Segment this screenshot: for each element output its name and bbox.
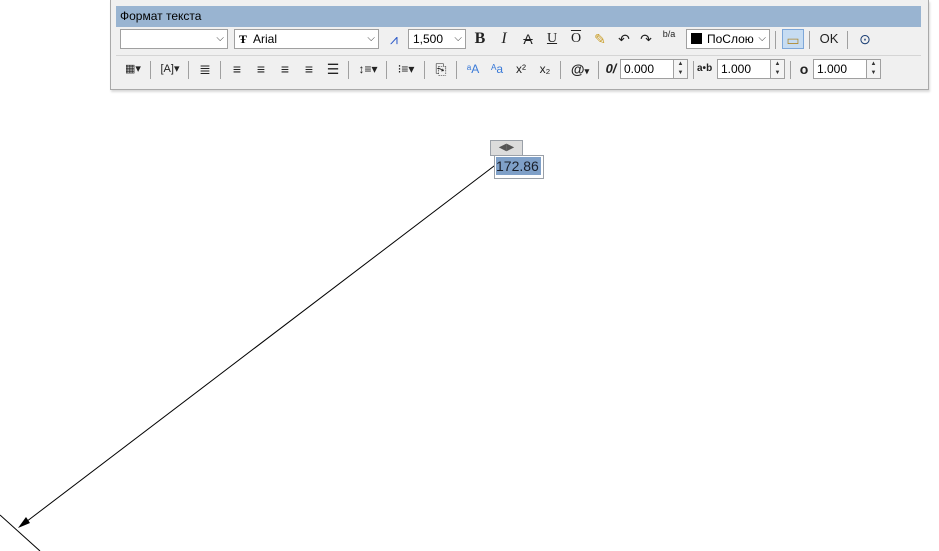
undo-icon[interactable]: ↶ (614, 29, 634, 49)
insert-field-icon[interactable]: ⎘ (430, 59, 452, 79)
separator (847, 31, 848, 49)
chevron-down-icon: ⌵ (454, 33, 462, 44)
superscript-icon[interactable]: x² (510, 59, 532, 79)
row-divider (116, 55, 921, 56)
text-height-combo[interactable]: 1,500 ⌵ (408, 29, 466, 49)
bold-button[interactable]: B (470, 29, 490, 49)
oblique-angle-input[interactable]: 0.000 ▲ ▼ (620, 59, 688, 79)
ruler-toggle-icon[interactable]: ▭ (782, 29, 804, 49)
extension-line (0, 514, 41, 551)
columns-icon[interactable]: ▦▾ (120, 59, 146, 79)
dropdown-arrow-icon: ▾ (584, 66, 590, 76)
tracking-input[interactable]: 1.000 ▲ ▼ (717, 59, 785, 79)
stack-button[interactable]: b/a (658, 29, 680, 49)
truetype-icon: Ŧ (239, 32, 248, 46)
align-center-icon[interactable]: ≡ (250, 59, 272, 79)
width-factor-input[interactable]: 1.000 ▲ ▼ (813, 59, 881, 79)
redo-icon[interactable]: ↷ (636, 29, 656, 49)
text-format-toolbar: Формат текста ⌵ Ŧ Arial ⌵ ⩘ 1,500 ⌵ B I … (110, 0, 929, 90)
text-style-combo[interactable]: ⌵ (120, 29, 228, 49)
line-spacing-icon[interactable]: ↕≡▾ (354, 59, 382, 79)
lowercase-icon[interactable]: ᴬa (486, 59, 508, 79)
font-combo[interactable]: Ŧ Arial ⌵ (234, 29, 379, 49)
leader-line (21, 162, 499, 526)
tracking-icon: a•b (697, 63, 713, 74)
selected-dimension-text[interactable]: 172.86 (496, 157, 541, 175)
match-properties-icon[interactable]: ✎ (590, 29, 610, 49)
dimension-text-editor[interactable]: 172.86 (494, 155, 544, 179)
separator (775, 31, 776, 49)
separator (220, 61, 221, 79)
separator (693, 61, 694, 79)
separator (456, 61, 457, 79)
justification-icon[interactable]: [A]▾ (156, 59, 184, 79)
strikethrough-button[interactable]: A (518, 29, 538, 49)
spinner-icon[interactable]: ▲ ▼ (866, 60, 880, 78)
separator (560, 61, 561, 79)
chevron-down-icon: ⌵ (216, 33, 224, 44)
separator (424, 61, 425, 79)
numbering-icon[interactable]: ⁝≡▾ (392, 59, 420, 79)
separator (809, 31, 810, 49)
width-factor-icon: o (799, 61, 809, 77)
align-left-icon[interactable]: ≡ (226, 59, 248, 79)
uppercase-icon[interactable]: ᵃA (462, 59, 484, 79)
leader-arrowhead (18, 517, 30, 528)
annotative-icon[interactable]: ⩘ (384, 29, 404, 49)
paragraph-icon[interactable]: ≣ (194, 59, 216, 79)
separator (348, 61, 349, 79)
align-right-icon[interactable]: ≡ (274, 59, 296, 79)
toolbar-title: Формат текста (116, 6, 921, 27)
justify-icon[interactable]: ≡ (298, 59, 320, 79)
separator (188, 61, 189, 79)
italic-button[interactable]: I (494, 29, 514, 49)
spinner-icon[interactable]: ▲ ▼ (673, 60, 687, 78)
separator (598, 61, 599, 79)
text-color-combo[interactable]: ПоСлою ⌵ (686, 29, 770, 49)
symbol-menu-button[interactable]: @▾ (566, 59, 594, 79)
toolbar-row-1: ⌵ Ŧ Arial ⌵ ⩘ 1,500 ⌵ B I A U O ✎ ↶ ↷ b/… (116, 29, 921, 53)
options-icon[interactable]: ⊙ (854, 29, 876, 49)
distribute-icon[interactable]: ☰ (322, 59, 344, 79)
overline-button[interactable]: O (566, 29, 586, 49)
color-swatch (691, 33, 702, 44)
chevron-down-icon: ⌵ (367, 33, 375, 44)
ok-button[interactable]: OK (816, 29, 842, 49)
oblique-angle-icon: 0/ (605, 61, 617, 76)
chevron-down-icon: ⌵ (758, 33, 766, 44)
toolbar-row-2: ▦▾ [A]▾ ≣ ≡ ≡ ≡ ≡ ☰ ↕≡▾ ⁝≡▾ ⎘ ᵃA ᴬa x² x… (116, 59, 921, 83)
text-editor-width-handle[interactable]: ◀▶ (490, 140, 523, 156)
separator (386, 61, 387, 79)
spinner-icon[interactable]: ▲ ▼ (770, 60, 784, 78)
separator (790, 61, 791, 79)
underline-button[interactable]: U (542, 29, 562, 49)
subscript-icon[interactable]: x₂ (534, 59, 556, 79)
separator (150, 61, 151, 79)
